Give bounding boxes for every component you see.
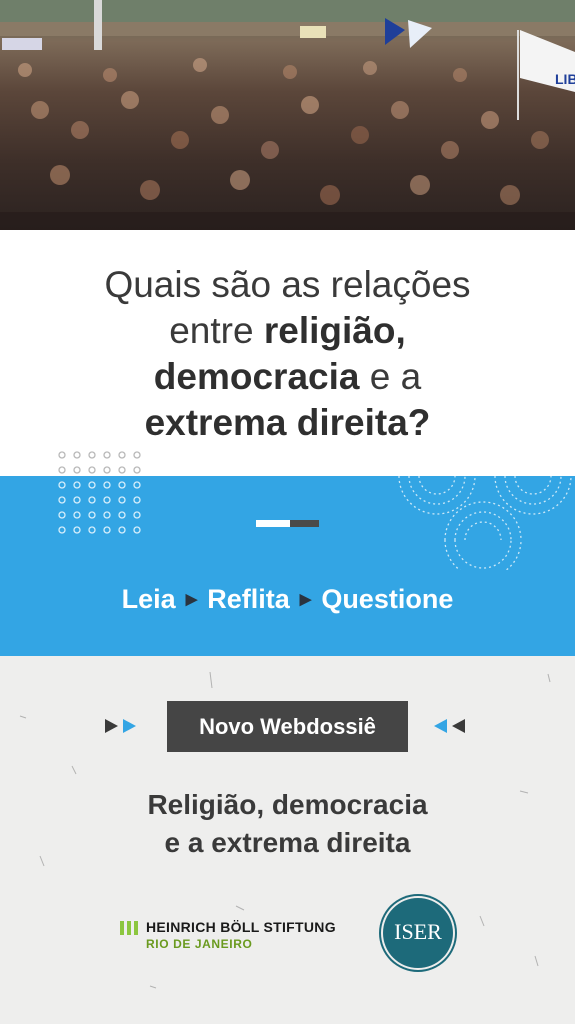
question-line-2-plain: entre bbox=[169, 310, 264, 351]
play-arrow-icon: ▶ bbox=[299, 591, 312, 608]
divider-dark bbox=[290, 520, 319, 527]
dossier-title: Religião, democracia e a extrema direita bbox=[0, 786, 575, 862]
swirl-decoration bbox=[398, 475, 572, 570]
question-line-1: Quais são as relações bbox=[104, 264, 471, 305]
question-line-4-bold: extrema direita? bbox=[144, 402, 431, 443]
flag-text: LIBE bbox=[555, 71, 575, 87]
crowd-illustration: LIBE bbox=[0, 0, 575, 230]
question-line-2-bold: religião, bbox=[263, 310, 406, 351]
hbs-mark-icon bbox=[120, 921, 138, 935]
question-line-4: extrema direita? bbox=[0, 400, 575, 446]
headline-question: Quais são as relações entre religião, de… bbox=[0, 262, 575, 446]
divider-white bbox=[256, 520, 290, 527]
tagline: Leia ▶ Reflita ▶ Questione bbox=[0, 584, 575, 615]
arrows-left-icon bbox=[434, 719, 465, 733]
iser-logo-text: ISER bbox=[394, 919, 442, 944]
question-line-3-bold: democracia bbox=[153, 356, 360, 397]
question-line-3: democracia e a bbox=[0, 354, 575, 400]
question-line-2: entre religião, bbox=[0, 308, 575, 354]
iser-logo: ISER bbox=[383, 898, 453, 968]
tagline-questione: Questione bbox=[321, 584, 454, 614]
arrows-right-icon bbox=[105, 719, 136, 733]
dot-grid-decoration bbox=[58, 451, 141, 534]
dossier-title-line-1: Religião, democracia bbox=[147, 789, 428, 820]
play-arrow-icon: ▶ bbox=[185, 591, 198, 608]
hbs-name: HEINRICH BÖLL STIFTUNG bbox=[146, 919, 336, 935]
new-webdossier-badge: Novo Webdossiê bbox=[167, 701, 408, 752]
crowd-photo: LIBE bbox=[0, 0, 575, 230]
hbs-city: RIO DE JANEIRO bbox=[146, 937, 253, 951]
dossier-title-line-2: e a extrema direita bbox=[164, 827, 411, 858]
tagline-reflita: Reflita bbox=[207, 584, 290, 614]
tagline-leia: Leia bbox=[121, 584, 176, 614]
question-line-3-plain: e a bbox=[359, 356, 422, 397]
